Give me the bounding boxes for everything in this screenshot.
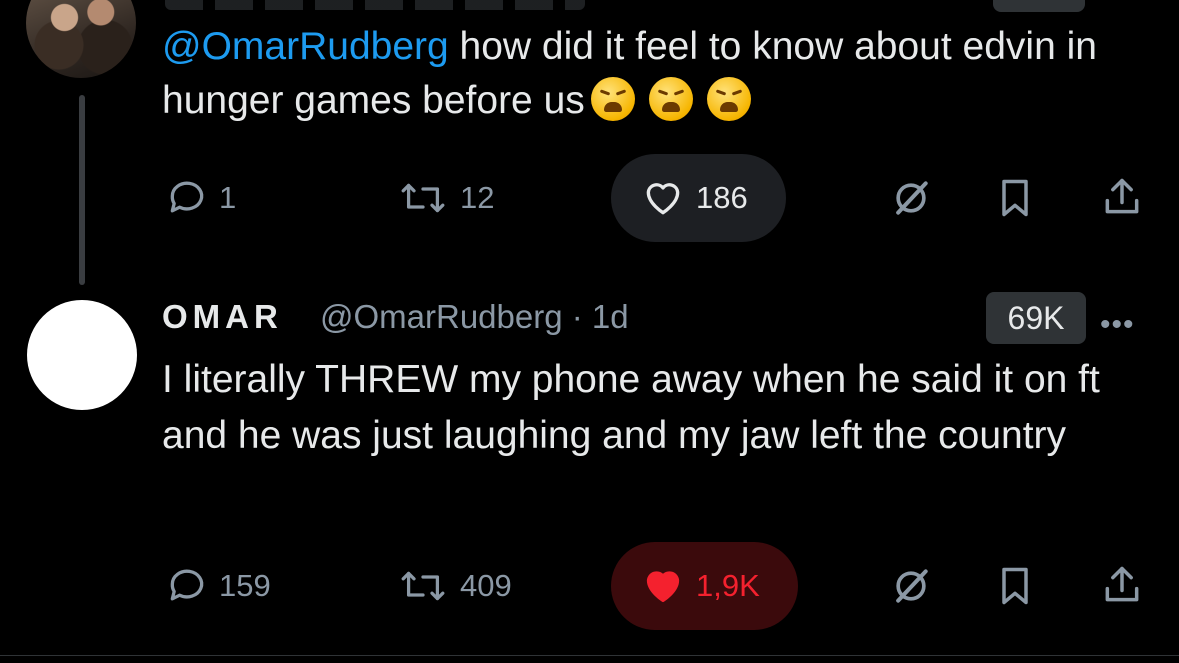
share-icon: [1100, 174, 1144, 220]
avatar[interactable]: [27, 300, 137, 410]
reply-count: 159: [219, 568, 271, 603]
retweet-icon: [396, 176, 450, 220]
tweet-text: I literally THREW my phone away when he …: [162, 358, 1100, 457]
reply-icon: [165, 564, 209, 608]
grok-button[interactable]: [888, 564, 934, 608]
thread-connector-line: [79, 95, 85, 285]
retweet-count: 409: [460, 568, 512, 603]
retweet-icon: [396, 564, 450, 608]
retweet-count: 12: [460, 180, 495, 215]
grok-icon: [888, 176, 934, 220]
views-badge[interactable]: 69K: [986, 292, 1086, 344]
clipped-views-badge: [993, 0, 1085, 12]
retweet-button[interactable]: 409: [396, 564, 512, 608]
like-button[interactable]: 1,9K: [640, 564, 760, 608]
retweet-button[interactable]: 12: [396, 176, 494, 220]
bookmark-icon: [995, 176, 1035, 220]
heart-icon: [640, 176, 686, 220]
bookmark-icon: [995, 564, 1035, 608]
weary-face-emoji-icon: [590, 77, 635, 121]
reply-icon: [165, 176, 209, 220]
clipped-header-text: [165, 0, 585, 10]
more-options-icon[interactable]: •••: [1100, 308, 1135, 342]
like-count: 1,9K: [696, 568, 760, 603]
tweet-text: @OmarRudberg how did it feel to know abo…: [162, 20, 1122, 128]
bookmark-button[interactable]: [995, 564, 1035, 608]
handle-and-time[interactable]: @OmarRudberg · 1d: [320, 298, 629, 336]
like-count: 186: [696, 180, 748, 215]
like-button[interactable]: 186: [640, 176, 748, 220]
mention-link[interactable]: @OmarRudberg: [162, 25, 449, 68]
heart-filled-icon: [640, 564, 686, 608]
reply-count: 1: [219, 180, 237, 215]
grok-icon: [888, 564, 934, 608]
divider: [0, 655, 1179, 656]
weary-face-emoji-icon: [706, 77, 751, 121]
reply-button[interactable]: 159: [165, 564, 271, 608]
share-icon: [1100, 562, 1144, 608]
grok-button[interactable]: [888, 176, 934, 220]
bookmark-button[interactable]: [995, 176, 1035, 220]
weary-face-emoji-icon: [648, 77, 693, 121]
avatar[interactable]: [26, 0, 136, 78]
display-name[interactable]: OMAR: [162, 298, 283, 336]
reply-button[interactable]: 1: [165, 176, 236, 220]
share-button[interactable]: [1100, 174, 1144, 220]
share-button[interactable]: [1100, 562, 1144, 608]
